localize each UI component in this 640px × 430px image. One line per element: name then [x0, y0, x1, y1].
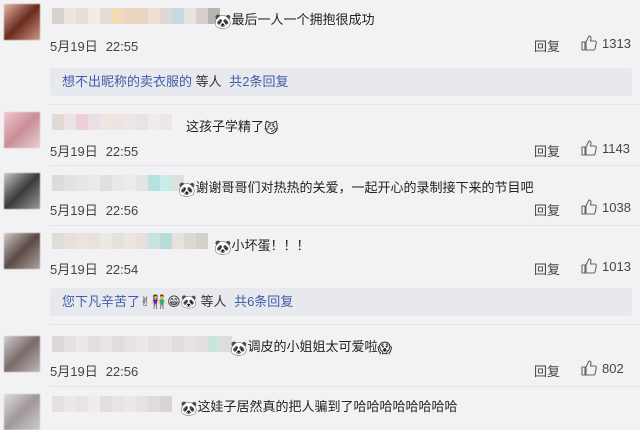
avatar[interactable]: [4, 233, 40, 269]
avatar[interactable]: [4, 173, 40, 209]
subreply-others: 等人: [192, 74, 226, 89]
like-button[interactable]: 802: [580, 359, 624, 377]
panda-emoji-icon: 🐼: [178, 181, 196, 197]
comment-text: 🐼谢谢哥哥们对热热的关爱，一起开心的录制接下来的节目吧: [178, 180, 534, 197]
avatar[interactable]: [4, 394, 40, 430]
reply-button[interactable]: 回复: [534, 361, 560, 380]
username-blurred[interactable]: [52, 396, 172, 412]
panda-emoji-icon: 🐼: [230, 340, 248, 356]
subreply-summary[interactable]: 您下凡辛苦了✌👫😁🐼 等人 共6条回复: [50, 288, 632, 316]
like-count: 1313: [602, 35, 631, 51]
divider: [50, 165, 640, 166]
comment-text: 🐼最后一人一个拥抱很成功: [214, 12, 375, 29]
thumbs-up-icon: [581, 199, 597, 215]
thumbs-up-icon: [581, 258, 597, 274]
comment-timestamp: 5月19日 22:55: [50, 144, 139, 159]
comment-text: 🐼调皮的小姐姐太可爱啦😱: [230, 339, 393, 356]
comment-text: 🐼这娃子居然真的把人骗到了哈哈哈哈哈哈哈哈: [180, 399, 458, 416]
avatar[interactable]: [4, 336, 40, 372]
thumbs-up-icon: [581, 35, 597, 51]
panda-emoji-icon: 🐼: [214, 13, 232, 29]
panda-emoji-icon: 🐼: [180, 400, 198, 416]
cat-emoji-icon: 😼: [264, 120, 279, 136]
username-blurred[interactable]: [52, 114, 172, 130]
username-blurred[interactable]: [52, 8, 220, 24]
reply-button[interactable]: 回复: [534, 200, 560, 219]
subreply-user-emojis: ✌👫😁🐼: [140, 294, 197, 309]
like-button[interactable]: 1313: [580, 34, 631, 52]
avatar[interactable]: [4, 4, 40, 40]
like-count: 1013: [602, 258, 631, 274]
divider: [50, 386, 640, 387]
divider: [50, 104, 640, 105]
comment-timestamp: 5月19日 22:54: [50, 262, 139, 277]
username-blurred[interactable]: [52, 175, 184, 191]
like-count: 1143: [602, 140, 630, 156]
subreply-count-link[interactable]: 共6条回复: [234, 294, 293, 309]
reply-button[interactable]: 回复: [534, 259, 560, 278]
subreply-count-link[interactable]: 共2条回复: [229, 74, 288, 89]
like-count: 802: [602, 360, 624, 376]
comment-text: 🐼小坏蛋！！！: [214, 238, 310, 255]
comment-timestamp: 5月19日 22:55: [50, 39, 139, 54]
like-button[interactable]: 1143: [580, 139, 630, 157]
reply-button[interactable]: 回复: [534, 141, 560, 160]
subreply-user-link[interactable]: 您下凡辛苦了: [62, 294, 140, 309]
like-button[interactable]: 1038: [580, 198, 631, 216]
panda-emoji-icon: 🐼: [214, 239, 232, 255]
subreply-user-link[interactable]: 想不出昵称的卖衣服的: [62, 74, 192, 89]
scream-emoji-icon: 😱: [377, 340, 393, 356]
divider: [50, 225, 640, 226]
username-blurred[interactable]: [52, 336, 232, 352]
reply-button[interactable]: 回复: [534, 36, 560, 55]
comment-timestamp: 5月19日 22:56: [50, 364, 139, 379]
thumbs-up-icon: [581, 360, 597, 376]
thumbs-up-icon: [581, 140, 597, 156]
comment-timestamp: 5月19日 22:56: [50, 203, 139, 218]
username-blurred[interactable]: [52, 233, 208, 249]
like-count: 1038: [602, 199, 631, 215]
subreply-summary[interactable]: 想不出昵称的卖衣服的 等人 共2条回复: [50, 68, 632, 96]
avatar[interactable]: [4, 112, 40, 148]
comment-text: 这孩子学精了😼: [186, 119, 279, 136]
like-button[interactable]: 1013: [580, 257, 631, 275]
subreply-others: 等人: [196, 294, 231, 309]
divider: [50, 324, 640, 325]
